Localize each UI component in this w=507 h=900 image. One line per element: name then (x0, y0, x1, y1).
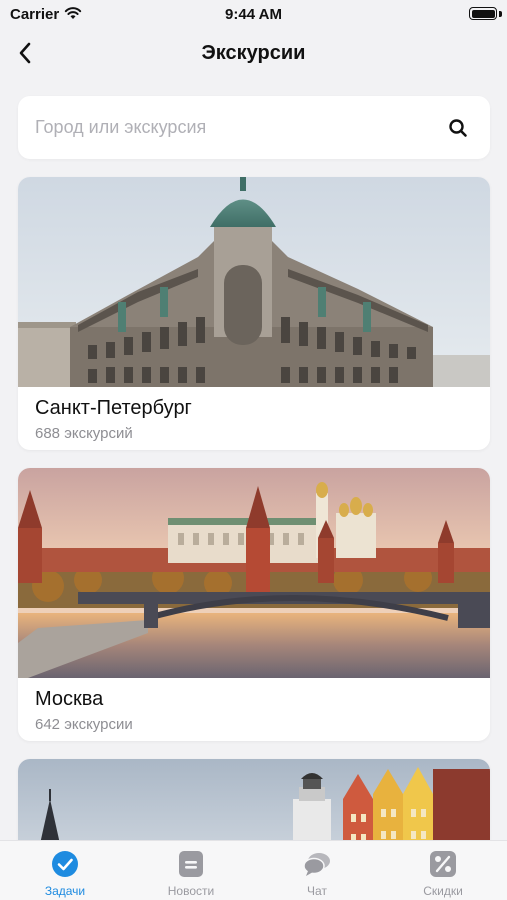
tab-chat[interactable]: Чат (254, 841, 380, 900)
tab-label: Скидки (423, 884, 463, 898)
search-input[interactable] (35, 96, 435, 159)
tab-discounts[interactable]: Скидки (380, 841, 506, 900)
tab-label: Задачи (44, 884, 86, 898)
city-name: Санкт-Петербург (35, 397, 192, 419)
tab-label: Чат (307, 884, 327, 898)
page-title: Экскурсии (201, 42, 306, 64)
battery-tip (499, 11, 502, 17)
tab-news[interactable]: Новости (128, 841, 254, 900)
news-icon (179, 851, 203, 877)
clock: 9:44 AM (225, 6, 282, 23)
city-name: Москва (35, 688, 104, 710)
tab-bar: Задачи Новости Чат Скидки (0, 840, 507, 900)
tab-tasks[interactable]: Задачи (2, 841, 128, 900)
city-card-saint-petersburg[interactable]: Санкт-Петербург 688 экскурсий (18, 177, 490, 450)
search-box (18, 96, 490, 159)
battery-icon (469, 7, 497, 20)
check-circle-icon (52, 851, 78, 877)
excursion-count: 688 экскурсий (35, 425, 133, 442)
city-image (18, 468, 490, 678)
tab-label: Новости (167, 884, 215, 898)
status-bar: Carrier 9:44 AM (0, 0, 507, 28)
navigation-bar: Экскурсии (0, 28, 507, 80)
discount-icon (430, 851, 456, 877)
excursion-count: 642 экскурсии (35, 716, 133, 733)
search-icon[interactable] (448, 118, 468, 138)
chat-icon (303, 853, 330, 876)
city-image (18, 177, 490, 387)
city-card-moscow[interactable]: Москва 642 экскурсии (18, 468, 490, 741)
